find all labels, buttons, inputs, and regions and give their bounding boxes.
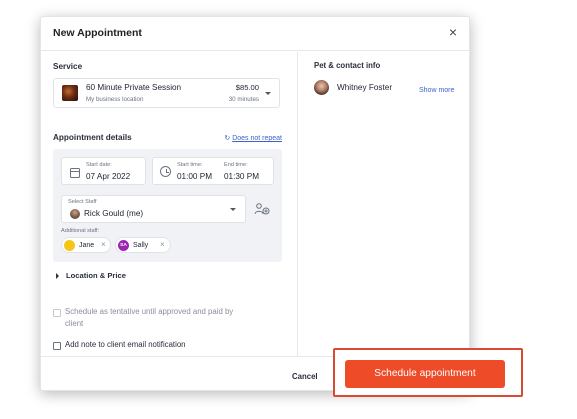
tentative-label: Schedule as tentative until approved and… — [65, 306, 285, 330]
service-price: $85.00 — [235, 83, 259, 92]
start-date-label: Start date: — [86, 162, 112, 168]
avatar: SA — [118, 239, 129, 251]
repeat-link[interactable]: ↻ Does not repeat — [224, 134, 282, 142]
show-more-link[interactable]: Show more — [419, 87, 454, 94]
schedule-appointment-button[interactable]: Schedule appointment — [345, 360, 505, 388]
avatar — [64, 239, 75, 251]
staff-chip-sally: SA Sally × — [115, 237, 171, 253]
tentative-checkbox[interactable] — [53, 309, 61, 317]
clock-icon — [160, 166, 171, 177]
start-date-field[interactable]: Start date: 07 Apr 2022 — [61, 157, 146, 185]
remove-chip-icon[interactable]: × — [160, 240, 165, 249]
add-staff-button[interactable] — [251, 197, 273, 221]
end-time-label: End time: — [224, 162, 248, 168]
end-time-value: 01:30 PM — [224, 172, 260, 181]
staff-selected-name: Rick Gould (me) — [84, 209, 144, 218]
appointment-form: Service 60 Minute Private Session My bus… — [41, 52, 296, 356]
service-duration: 30 minutes — [228, 96, 259, 103]
service-name: 60 Minute Private Session — [86, 83, 182, 92]
new-appointment-modal: New Appointment × Service 60 Minute Priv… — [40, 16, 470, 391]
repeat-icon: ↻ — [224, 135, 231, 142]
staff-chip-jane: Jane × — [61, 237, 111, 253]
staff-select[interactable]: Select Staff Rick Gould (me) — [61, 195, 246, 223]
service-location: My business location — [86, 96, 144, 103]
email-note-label: Add note to client email notification — [65, 340, 186, 349]
calendar-icon — [70, 168, 80, 178]
chevron-down-icon — [230, 208, 236, 211]
tentative-label-line2: client — [65, 319, 84, 328]
close-icon[interactable]: × — [445, 24, 461, 40]
staff-chip-name: Jane — [79, 241, 95, 249]
remove-chip-icon[interactable]: × — [101, 240, 106, 249]
service-thumbnail — [62, 85, 78, 101]
appointment-details-header: Appointment details ↻ Does not repeat — [53, 133, 282, 145]
start-time-value: 01:00 PM — [177, 172, 213, 181]
add-staff-icon — [254, 203, 270, 215]
time-range-field[interactable]: Start time: 01:00 PM End time: 01:30 PM — [152, 157, 274, 185]
pet-contact-heading: Pet & contact info — [314, 61, 381, 70]
additional-staff-label: Additional staff: — [61, 228, 100, 234]
tentative-label-line1: Schedule as tentative until approved and… — [65, 307, 234, 316]
avatar — [314, 80, 329, 95]
pet-contact-panel: Pet & contact info Whitney Foster Show m… — [297, 52, 469, 356]
staff-chip-name: Sally — [133, 241, 149, 249]
start-date-value: 07 Apr 2022 — [86, 172, 131, 181]
email-note-checkbox[interactable] — [53, 342, 61, 350]
appointment-details-panel: Start date: 07 Apr 2022 Start time: 01:0… — [53, 149, 282, 262]
repeat-link-label: Does not repeat — [232, 135, 282, 142]
staff-select-label: Select Staff — [68, 199, 97, 205]
highlight-frame: Schedule appointment — [333, 348, 523, 397]
modal-header: New Appointment × — [41, 17, 469, 51]
appointment-details-label: Appointment details — [53, 133, 132, 142]
modal-title: New Appointment — [53, 27, 142, 39]
chevron-down-icon — [265, 92, 271, 95]
cancel-button[interactable]: Cancel — [292, 372, 318, 381]
avatar — [70, 209, 80, 219]
chevron-right-icon — [56, 273, 59, 279]
location-price-label: Location & Price — [66, 271, 126, 280]
service-select[interactable]: 60 Minute Private Session My business lo… — [53, 78, 280, 108]
start-time-label: Start time: — [177, 162, 203, 168]
service-section-label: Service — [53, 62, 83, 71]
client-name: Whitney Foster — [337, 83, 393, 92]
